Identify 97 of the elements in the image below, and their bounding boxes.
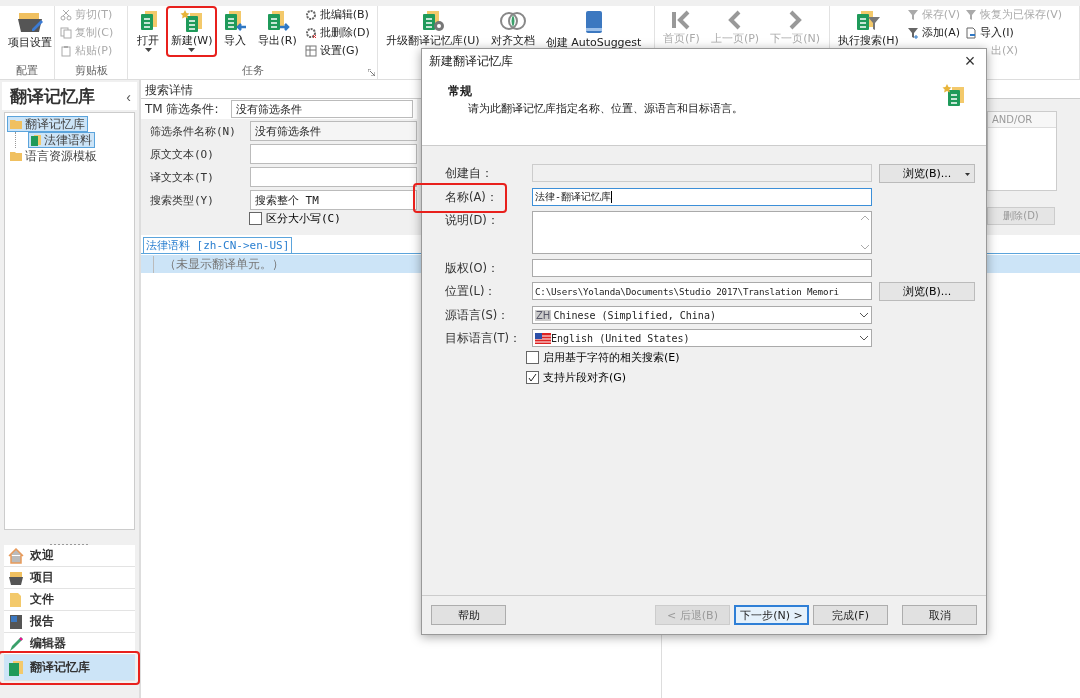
flag-icon: [535, 332, 551, 344]
field-label: 译文文本(T): [150, 169, 215, 185]
nav-item[interactable]: 报告: [4, 611, 135, 633]
ribbon-button[interactable]: 导出(R): [253, 6, 302, 50]
language-badge: ZH: [535, 309, 552, 321]
field-label: 版权(O)：: [445, 261, 500, 275]
scissors-icon: [60, 9, 72, 21]
dialog-button[interactable]: 完成(F): [813, 605, 888, 625]
folder-icon: [10, 151, 22, 161]
filter-field[interactable]: 没有筛选条件: [231, 100, 413, 118]
folder-icon: [10, 119, 22, 129]
chevron-down-icon: [859, 335, 869, 341]
group-label: 剪贴板: [74, 64, 108, 78]
document-icon: [8, 591, 24, 608]
dialog-button[interactable]: 帮助: [431, 605, 506, 625]
dropdown[interactable]: English (United States): [532, 329, 872, 347]
section-heading: 常规: [448, 83, 473, 100]
checkbox[interactable]: 支持片段对齐(G): [526, 370, 986, 385]
group-label: 任务: [241, 64, 264, 78]
ribbon-button[interactable]: 批删除(D): [302, 25, 372, 41]
table-icon: [304, 45, 317, 57]
check-icon: [528, 373, 537, 382]
launcher-icon[interactable]: [368, 69, 375, 76]
text-area[interactable]: [532, 211, 872, 254]
text-cursor: [611, 191, 613, 203]
input-field[interactable]: C:\Users\Yolanda\Documents\Studio 2017\Translation Memori: [532, 282, 872, 300]
ribbon-button[interactable]: 新建(W): [166, 6, 218, 57]
checkbox[interactable]: 区分大小写(C): [249, 211, 417, 226]
scroll-down-icon: [861, 245, 869, 250]
document-import-icon: [964, 27, 977, 39]
field-label: 源语言(S)：: [445, 308, 510, 322]
ribbon-button[interactable]: 项目设置: [3, 6, 57, 52]
field-label: 位置(L)：: [445, 284, 497, 298]
close-button[interactable]: ×: [958, 50, 982, 72]
dialog-button[interactable]: 下一步(N) >: [734, 605, 809, 625]
input-field[interactable]: 搜索整个 TM: [250, 190, 417, 210]
group-label: 配置: [16, 64, 38, 78]
ribbon-button[interactable]: 打开: [131, 6, 165, 55]
column-header: AND/OR: [988, 112, 1056, 128]
filter-icon: [906, 9, 919, 21]
ribbon-button[interactable]: 导入(I): [962, 25, 1065, 41]
field-label: 创建自：: [445, 166, 493, 180]
input-field[interactable]: 法律-翻译记忆库: [532, 188, 872, 206]
field-label: 原文文本(O): [150, 146, 215, 162]
database-export-icon: [265, 9, 290, 33]
window-title: 新建翻译记忆库: [429, 52, 513, 70]
checkbox[interactable]: 启用基于字符的相关搜索(E): [526, 350, 986, 365]
splitter-grip[interactable]: [49, 543, 90, 546]
field-label: 筛选条件名称(N): [150, 123, 237, 139]
nav-item[interactable]: 欢迎: [4, 545, 135, 567]
field-label: 搜索类型(Y): [150, 192, 215, 208]
filter-plus-icon: [906, 27, 919, 39]
ribbon-button[interactable]: 添加(A): [904, 25, 962, 41]
database-icon: [8, 659, 24, 676]
filter-icon: [964, 9, 977, 21]
field-label: 说明(D)：: [445, 213, 499, 227]
tree-item[interactable]: 翻译记忆库: [7, 116, 88, 132]
nav-item[interactable]: 编辑器: [4, 633, 135, 655]
database-filter-icon: [854, 9, 883, 33]
rings-icon: [498, 9, 527, 33]
field-label: 名称(A)：: [445, 190, 498, 204]
dropdown[interactable]: ZH Chinese (Simplified, China): [532, 306, 872, 324]
home-icon: [8, 547, 24, 564]
tree-item[interactable]: 法律语料: [28, 132, 95, 148]
collapse-button[interactable]: ‹: [126, 88, 131, 105]
input-field[interactable]: 没有筛选条件: [250, 121, 417, 141]
chevron-down-icon: [859, 312, 869, 318]
database-star-icon: [179, 9, 204, 33]
input-field[interactable]: [250, 144, 417, 164]
copy-icon: [60, 27, 72, 39]
tree-item[interactable]: 语言资源模板: [7, 148, 100, 164]
field-label: TM 筛选条件:: [145, 100, 220, 118]
ribbon-button[interactable]: 批编辑(B): [302, 7, 372, 23]
ribbon-button[interactable]: 导入: [218, 6, 253, 50]
caret-icon: [144, 48, 152, 52]
database-import-icon: [223, 9, 248, 33]
database-icon: [31, 134, 41, 146]
panel-title: 翻译记忆库: [10, 85, 95, 108]
ribbon-button[interactable]: 设置(G): [302, 43, 372, 59]
caret-icon: [188, 48, 196, 52]
input-field[interactable]: [250, 167, 417, 187]
browse-button[interactable]: 浏览(B)...: [879, 282, 975, 301]
scroll-up-icon: [861, 215, 869, 220]
input-field[interactable]: [532, 259, 872, 277]
description-text: 请为此翻译记忆库指定名称、位置、源语言和目标语言。: [467, 101, 743, 116]
nav-item[interactable]: 文件: [4, 589, 135, 611]
dialog-button[interactable]: 取消: [902, 605, 977, 625]
report-icon: [8, 613, 24, 630]
clipboard-icon: [60, 45, 72, 57]
field-label: 目标语言(T)：: [445, 331, 521, 345]
caret-icon: [965, 173, 970, 176]
database-star-icon: [942, 83, 966, 107]
ribbon-button[interactable]: 对齐文档: [485, 6, 540, 50]
empty-message: （未显示翻译单元。）: [153, 255, 284, 273]
tray-icon: [8, 569, 24, 586]
pencil-icon: [8, 635, 24, 652]
results-tab[interactable]: 法律语料 [zh-CN->en-US]: [143, 237, 293, 253]
